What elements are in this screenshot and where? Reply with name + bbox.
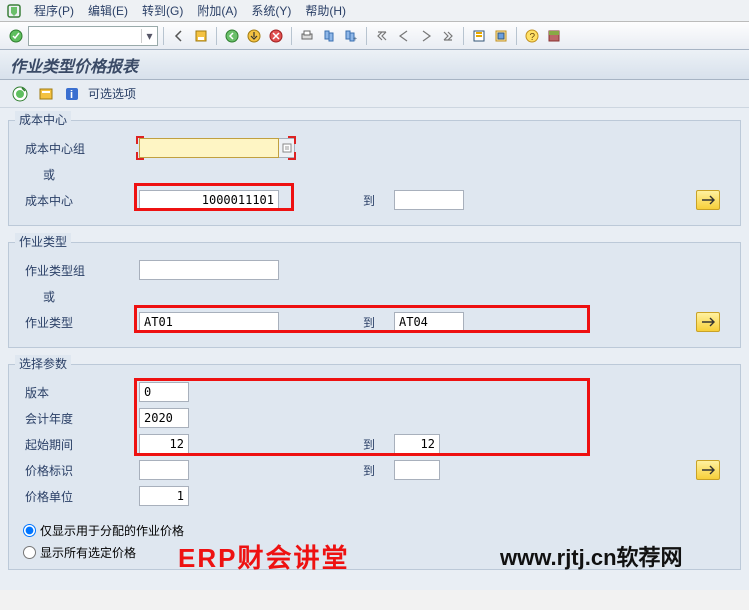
group-cost-center: 成本中心 成本中心组 或 成本中心 到	[8, 120, 741, 226]
menu-extras[interactable]: 附加(A)	[191, 0, 243, 21]
back-icon[interactable]	[222, 26, 242, 46]
menu-bar: 程序(P) 编辑(E) 转到(G) 附加(A) 系统(Y) 帮助(H)	[0, 0, 749, 22]
label-price-ind: 价格标识	[19, 462, 139, 479]
new-session-icon[interactable]	[469, 26, 489, 46]
cost-center-from-input[interactable]	[139, 190, 279, 210]
menu-program[interactable]: 程序(P)	[28, 0, 80, 21]
group-activity-type-title: 作业类型	[15, 233, 71, 250]
find-next-icon[interactable]: +	[341, 26, 361, 46]
enter-icon[interactable]	[6, 26, 26, 46]
layout-icon[interactable]	[544, 26, 564, 46]
label-activity-type: 作业类型	[19, 314, 139, 331]
help-icon[interactable]: ?	[522, 26, 542, 46]
cost-center-to-input[interactable]	[394, 190, 464, 210]
find-icon[interactable]	[319, 26, 339, 46]
svg-text:?: ?	[530, 32, 536, 43]
label-start-period: 起始期间	[19, 436, 139, 453]
execute-icon[interactable]	[10, 84, 30, 104]
menu-system[interactable]: 系统(Y)	[245, 0, 297, 21]
label-to-2: 到	[304, 314, 394, 331]
label-to-4: 到	[304, 462, 394, 479]
app-toolbar: i 可选选项	[0, 80, 749, 108]
info-icon[interactable]: i	[62, 84, 82, 104]
cost-center-group-input[interactable]	[139, 138, 279, 158]
label-to-3: 到	[304, 436, 394, 453]
label-activity-group: 作业类型组	[19, 262, 139, 279]
version-input[interactable]	[139, 382, 189, 402]
save-icon[interactable]	[191, 26, 211, 46]
shortcut-icon[interactable]	[491, 26, 511, 46]
radio-allocation-only[interactable]	[23, 524, 36, 537]
activity-to-input[interactable]	[394, 312, 464, 332]
selection-screen: 成本中心 成本中心组 或 成本中心 到 作业类型 作业类型组 或	[0, 108, 749, 590]
variant-icon[interactable]	[36, 84, 56, 104]
main-toolbar: ▾ + ?	[0, 22, 749, 50]
optional-items-label[interactable]: 可选选项	[88, 85, 136, 102]
group-selection-params-title: 选择参数	[15, 355, 71, 372]
price-ind-to-input[interactable]	[394, 460, 440, 480]
label-to-1: 到	[304, 192, 394, 209]
back-outline-icon[interactable]	[169, 26, 189, 46]
group-activity-type: 作业类型 作业类型组 或 作业类型 到	[8, 242, 741, 348]
radio-show-all-label: 显示所有选定价格	[40, 544, 136, 561]
f4-help-icon[interactable]	[279, 138, 295, 158]
prev-page-icon[interactable]	[394, 26, 414, 46]
multiple-selection-button[interactable]	[696, 190, 720, 210]
svg-text:+: +	[353, 36, 357, 43]
menu-help[interactable]: 帮助(H)	[299, 0, 352, 21]
menu-edit[interactable]: 编辑(E)	[82, 0, 134, 21]
start-period-from-input[interactable]	[139, 434, 189, 454]
label-version: 版本	[19, 384, 139, 401]
watermark-text-2: www.rjtj.cn软荐网	[500, 540, 683, 572]
print-icon[interactable]	[297, 26, 317, 46]
activity-from-input[interactable]	[139, 312, 279, 332]
radio-allocation-only-label: 仅显示用于分配的作业价格	[40, 522, 184, 539]
label-cost-center-group: 成本中心组	[19, 140, 139, 157]
last-page-icon[interactable]	[438, 26, 458, 46]
start-period-to-input[interactable]	[394, 434, 440, 454]
price-unit-input[interactable]	[139, 486, 189, 506]
page-title-strip: 作业类型价格报表	[0, 50, 749, 80]
first-page-icon[interactable]	[372, 26, 392, 46]
label-or-2: 或	[19, 288, 139, 305]
label-cost-center: 成本中心	[19, 192, 139, 209]
dropdown-icon[interactable]: ▾	[141, 29, 157, 43]
multiple-selection-button[interactable]	[696, 312, 720, 332]
label-fiscal-year: 会计年度	[19, 410, 139, 427]
fiscal-year-input[interactable]	[139, 408, 189, 428]
cancel-icon[interactable]	[266, 26, 286, 46]
window-menu-icon[interactable]	[6, 3, 22, 19]
exit-icon[interactable]	[244, 26, 264, 46]
activity-group-input[interactable]	[139, 260, 279, 280]
page-title: 作业类型价格报表	[10, 53, 138, 77]
next-page-icon[interactable]	[416, 26, 436, 46]
group-cost-center-title: 成本中心	[15, 111, 71, 128]
radio-show-all[interactable]	[23, 546, 36, 559]
label-price-unit: 价格单位	[19, 488, 139, 505]
label-or-1: 或	[19, 166, 139, 183]
svg-text:i: i	[70, 89, 73, 101]
price-ind-from-input[interactable]	[139, 460, 189, 480]
watermark-text-1: ERP财会讲堂	[178, 538, 349, 575]
command-field[interactable]: ▾	[28, 26, 158, 46]
menu-goto[interactable]: 转到(G)	[136, 0, 189, 21]
multiple-selection-button[interactable]	[696, 460, 720, 480]
